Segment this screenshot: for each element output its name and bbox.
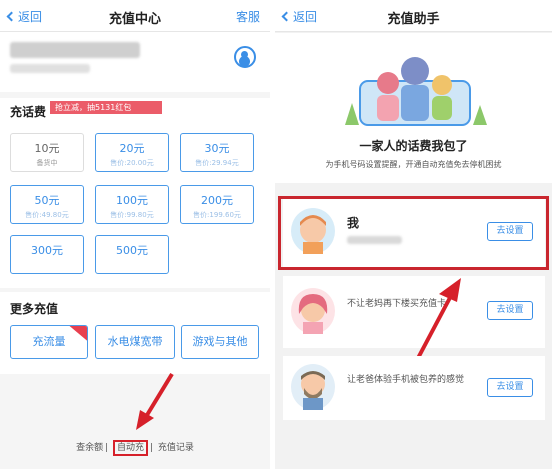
hero-subtitle: 为手机号码设置提醒，开通自动充值免去停机困扰 [325, 160, 502, 169]
recharge-card-10[interactable]: 10元 备货中 [10, 133, 84, 172]
recharge-card-30[interactable]: 30元 售价:29.94元 [180, 133, 254, 172]
setup-button[interactable]: 去设置 [487, 378, 533, 397]
recharge-card-300[interactable]: 300元 [10, 235, 84, 274]
hero-headline: 一家人的话费我包了 [359, 139, 468, 153]
card-value: 200元 [201, 194, 233, 207]
data-plan-button[interactable]: 充流量 [10, 325, 88, 359]
data-plan-label: 充流量 [32, 335, 66, 348]
card-price: 售价:99.80元 [110, 211, 154, 219]
setup-button[interactable]: 去设置 [487, 301, 533, 320]
nav-bar: 返回 充值中心 客服 [0, 0, 270, 32]
card-price: 售价:20.00元 [110, 159, 154, 167]
family-hero: 一家人的话费我包了 为手机号码设置提醒，开通自动充值免去停机困扰 [275, 33, 552, 183]
games-other-button[interactable]: 游戏与其他 [181, 325, 259, 359]
utilities-label: 水电煤宽带 [107, 335, 163, 348]
phone-number-blurred [10, 42, 140, 58]
list-item[interactable]: 让老爸体验手机被包养的感觉 去设置 [283, 356, 545, 420]
balance-link[interactable]: 查余额 [76, 443, 103, 453]
card-value: 100元 [116, 194, 148, 207]
more-recharge-title: 更多充值 [10, 302, 59, 316]
mom-face-icon [298, 294, 328, 334]
recharge-card-200[interactable]: 200元 售价:199.60元 [180, 185, 254, 224]
page-title: 充值助手 [387, 12, 440, 27]
promo-banner[interactable]: 抢立减，抽5131红包 [50, 101, 162, 114]
card-value: 30元 [204, 142, 230, 155]
carrier-blurred [10, 64, 90, 73]
card-value: 500元 [116, 244, 148, 257]
highlight-box [278, 196, 549, 270]
games-other-label: 游戏与其他 [192, 335, 248, 348]
recharge-card-50[interactable]: 50元 售价:49.80元 [10, 185, 84, 224]
card-price: 售价:199.60元 [193, 211, 241, 219]
records-link[interactable]: 充值记录 [158, 443, 194, 453]
contacts-icon[interactable] [234, 46, 256, 68]
dad-avatar [291, 364, 335, 410]
card-value: 300元 [31, 244, 63, 257]
card-price: 售价:29.94元 [195, 159, 239, 167]
nav-bar: 返回 充值助手 [275, 0, 552, 32]
new-badge [69, 326, 87, 343]
recharge-center-screen: 返回 充值中心 客服 充话费 抢立减，抽5131红包 10元 备货中 20元 售… [0, 0, 270, 469]
red-arrow-icon [415, 278, 461, 361]
family-illustration-icon [345, 57, 487, 126]
row-desc: 让老爸体验手机被包养的感觉 [347, 375, 465, 385]
footer-links: 查余额 | 自动充 | 充值记录 [0, 440, 270, 456]
recharge-card-20[interactable]: 20元 售价:20.00元 [95, 133, 169, 172]
page-title: 充值中心 [108, 12, 161, 27]
card-price: 备货中 [36, 159, 58, 167]
card-value: 20元 [119, 142, 145, 155]
card-value: 50元 [34, 194, 60, 207]
customer-service-button[interactable]: 客服 [236, 8, 260, 25]
card-price: 售价:49.80元 [25, 211, 69, 219]
utilities-button[interactable]: 水电煤宽带 [95, 325, 175, 359]
recharge-card-500[interactable]: 500元 [95, 235, 169, 274]
recharge-card-100[interactable]: 100元 售价:99.80元 [95, 185, 169, 224]
red-arrow-icon [136, 372, 174, 430]
phone-recharge-title: 充话费 [10, 105, 47, 119]
recharge-assistant-screen: 返回 充值助手 一家人的话费我包了 为手机号码设置提醒，开通自动充值免去停机困扰… [275, 0, 552, 469]
dad-face-icon [301, 371, 325, 410]
phone-recharge-section: 充话费 抢立减，抽5131红包 10元 备货中 20元 售价:20.00元 30… [0, 98, 270, 288]
auto-recharge-link[interactable]: 自动充 [112, 440, 148, 456]
card-value: 10元 [34, 142, 60, 155]
more-recharge-section: 更多充值 充流量 水电煤宽带 游戏与其他 [0, 292, 270, 374]
account-info [0, 32, 270, 92]
mom-avatar [291, 288, 335, 334]
